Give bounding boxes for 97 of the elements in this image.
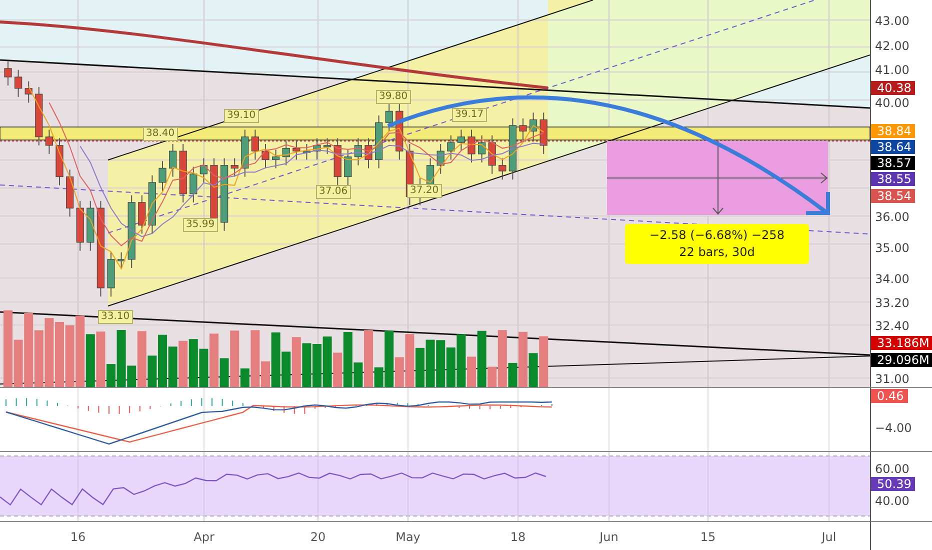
price-label: 33.10 bbox=[98, 310, 133, 324]
candle bbox=[24, 80, 32, 104]
volume-bar bbox=[178, 340, 188, 387]
axis-label: 43.00 bbox=[875, 14, 910, 28]
axis-label: 32.40 bbox=[875, 319, 910, 333]
axis-label: 35.00 bbox=[875, 241, 910, 255]
price-label: 35.99 bbox=[183, 218, 218, 232]
candle bbox=[56, 138, 64, 186]
candle bbox=[169, 143, 177, 178]
candle bbox=[519, 118, 527, 140]
candle bbox=[488, 134, 496, 174]
candle bbox=[292, 140, 300, 160]
measure-text: −2.58 (−6.68%) −258 bbox=[648, 227, 786, 244]
candle bbox=[385, 104, 393, 132]
candle bbox=[478, 134, 486, 163]
date-label: 15 bbox=[700, 529, 716, 546]
candle bbox=[447, 134, 455, 160]
candle bbox=[230, 158, 238, 178]
arrowhead-icon bbox=[806, 192, 830, 215]
candle bbox=[241, 129, 249, 178]
candle bbox=[118, 252, 126, 268]
candle bbox=[179, 143, 187, 203]
price-tag: 38.54 bbox=[871, 189, 916, 203]
candle bbox=[251, 129, 259, 160]
axis-label: 60.00 bbox=[875, 462, 910, 476]
candle bbox=[302, 143, 310, 160]
measure-text: 22 bars, 30d bbox=[678, 244, 756, 261]
candle bbox=[200, 158, 208, 183]
indicator-tag: 50.39 bbox=[871, 477, 916, 491]
price-tag: 38.55 bbox=[871, 172, 916, 186]
candle bbox=[530, 112, 538, 140]
volume-tag: 29.096M bbox=[871, 353, 932, 367]
axis-label: 34.00 bbox=[875, 272, 910, 286]
price-tag: 40.38 bbox=[871, 81, 916, 95]
date-label: Jul bbox=[822, 529, 836, 546]
candle bbox=[86, 200, 94, 252]
candle bbox=[107, 252, 115, 297]
candle bbox=[396, 104, 404, 160]
price-label: 39.80 bbox=[376, 90, 411, 104]
candle bbox=[66, 169, 74, 218]
date-label: 20 bbox=[310, 529, 326, 546]
date-label: 16 bbox=[70, 529, 86, 546]
candle bbox=[313, 138, 321, 160]
price-label: 37.20 bbox=[407, 184, 442, 198]
candle bbox=[364, 138, 372, 169]
candle bbox=[324, 138, 332, 154]
volume-bar bbox=[44, 318, 54, 387]
volume-bar bbox=[55, 322, 64, 387]
candle bbox=[4, 60, 12, 86]
candle bbox=[354, 138, 362, 166]
volume-bar bbox=[199, 348, 208, 387]
volume-bar bbox=[76, 316, 85, 387]
candle bbox=[35, 86, 43, 146]
candle bbox=[138, 194, 146, 234]
candle bbox=[436, 143, 444, 174]
volume-bar bbox=[312, 344, 322, 387]
date-label: Jun bbox=[600, 529, 618, 546]
price-tag: 38.64 bbox=[871, 140, 916, 154]
volume-tag: 33.186M bbox=[871, 336, 932, 350]
candle bbox=[540, 112, 548, 154]
price-label: 39.17 bbox=[452, 108, 487, 122]
candle bbox=[190, 166, 198, 203]
candle bbox=[457, 129, 465, 152]
axis-label: 42.00 bbox=[875, 38, 910, 52]
candle bbox=[344, 149, 352, 186]
indicator-tag: 0.46 bbox=[871, 389, 908, 403]
axis-label: 36.00 bbox=[875, 210, 910, 224]
volume-bar bbox=[302, 343, 312, 387]
candle bbox=[45, 129, 53, 154]
axis-label: 31.00 bbox=[875, 372, 910, 386]
price-label: 37.06 bbox=[316, 185, 351, 199]
candle bbox=[76, 200, 84, 252]
price-tag: 38.57 bbox=[871, 156, 916, 170]
candle bbox=[272, 149, 280, 169]
axis-label: 33.20 bbox=[875, 296, 910, 310]
candle bbox=[14, 69, 22, 98]
candle bbox=[468, 129, 476, 163]
candle bbox=[508, 118, 516, 180]
candle bbox=[158, 160, 166, 192]
axis-label: 40.00 bbox=[875, 494, 910, 508]
volume-bar bbox=[416, 348, 424, 387]
candle bbox=[148, 174, 156, 234]
axis-label: 41.00 bbox=[875, 63, 910, 77]
axis-label: −4.00 bbox=[875, 421, 912, 435]
candle bbox=[262, 143, 270, 169]
candle bbox=[282, 140, 290, 166]
candle bbox=[498, 158, 506, 180]
candle bbox=[375, 114, 383, 169]
candle bbox=[334, 138, 342, 186]
date-label: 18 bbox=[510, 529, 526, 546]
date-label: May bbox=[396, 529, 420, 546]
volume-bar bbox=[436, 340, 446, 387]
price-label: 39.10 bbox=[224, 109, 259, 123]
date-label: Apr bbox=[194, 529, 214, 546]
axis-label: 40.00 bbox=[875, 96, 910, 110]
price-label: 38.40 bbox=[143, 127, 178, 141]
price-tag: 38.84 bbox=[871, 124, 916, 138]
